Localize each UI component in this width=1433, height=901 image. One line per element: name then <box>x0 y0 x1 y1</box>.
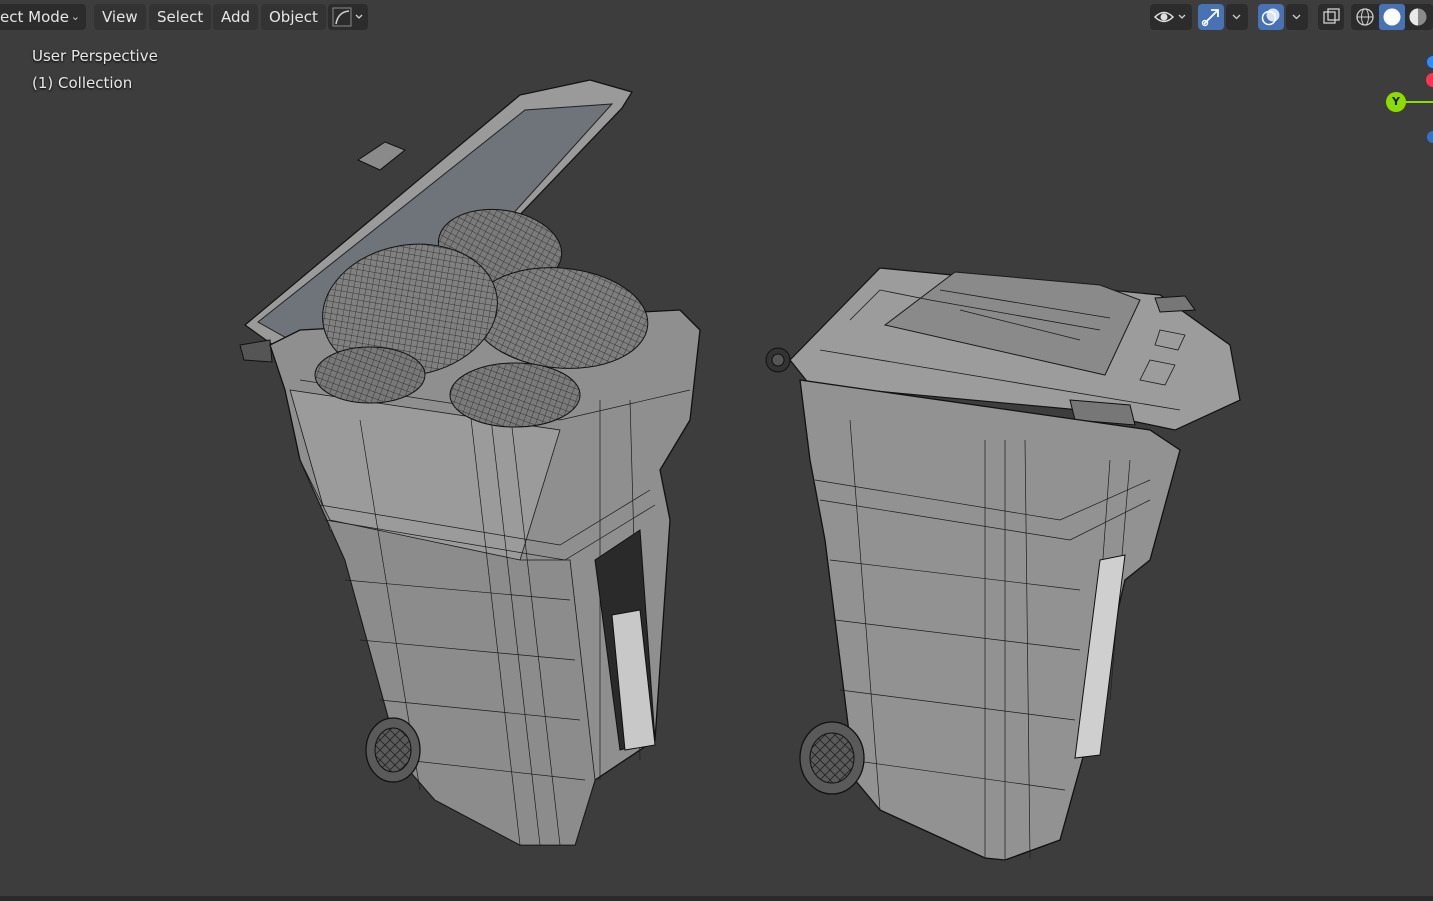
chevron-down-icon: ⌄ <box>70 10 80 23</box>
transform-orientation-dropdown[interactable] <box>328 4 368 30</box>
shading-mode-group <box>1351 4 1433 30</box>
viewport-3d[interactable] <box>0 0 1433 901</box>
trash-bin-closed[interactable] <box>765 267 1241 861</box>
menu-select[interactable]: Select <box>149 4 212 30</box>
visibility-icon <box>1153 11 1186 23</box>
mode-selector[interactable]: ect Mode ⌄ <box>0 4 86 30</box>
overlays-dropdown[interactable] <box>1286 4 1308 30</box>
collection-label: (1) Collection <box>32 74 133 92</box>
viewport-header: ect Mode ⌄ View Select Add Object <box>0 0 1433 34</box>
perspective-label: User Perspective <box>32 47 158 65</box>
xray-icon <box>1323 8 1340 24</box>
gizmo-toggle-button[interactable] <box>1198 4 1224 30</box>
menu-view[interactable]: View <box>94 4 146 30</box>
chevron-down-icon <box>1292 14 1301 20</box>
overlays-icon <box>1261 8 1280 26</box>
menu-add[interactable]: Add <box>213 4 259 30</box>
curve-icon <box>332 7 363 27</box>
mode-label: ect Mode <box>0 8 69 26</box>
status-strip <box>0 896 1433 901</box>
menu-object[interactable]: Object <box>261 4 326 30</box>
chevron-down-icon <box>1232 14 1241 20</box>
visibility-dropdown[interactable] <box>1150 4 1192 30</box>
material-shading-icon[interactable] <box>1409 8 1427 26</box>
overlays-toggle-button[interactable] <box>1258 4 1284 30</box>
gizmo-y-label[interactable]: Y <box>1389 94 1403 110</box>
gizmo-toggle-icon <box>1201 9 1219 27</box>
wireframe-shading-icon[interactable] <box>1356 8 1374 26</box>
solid-shading-icon[interactable] <box>1383 8 1401 26</box>
xray-toggle-button[interactable] <box>1318 4 1344 30</box>
gizmo-dropdown[interactable] <box>1226 4 1248 30</box>
trash-bin-open[interactable] <box>239 79 701 846</box>
